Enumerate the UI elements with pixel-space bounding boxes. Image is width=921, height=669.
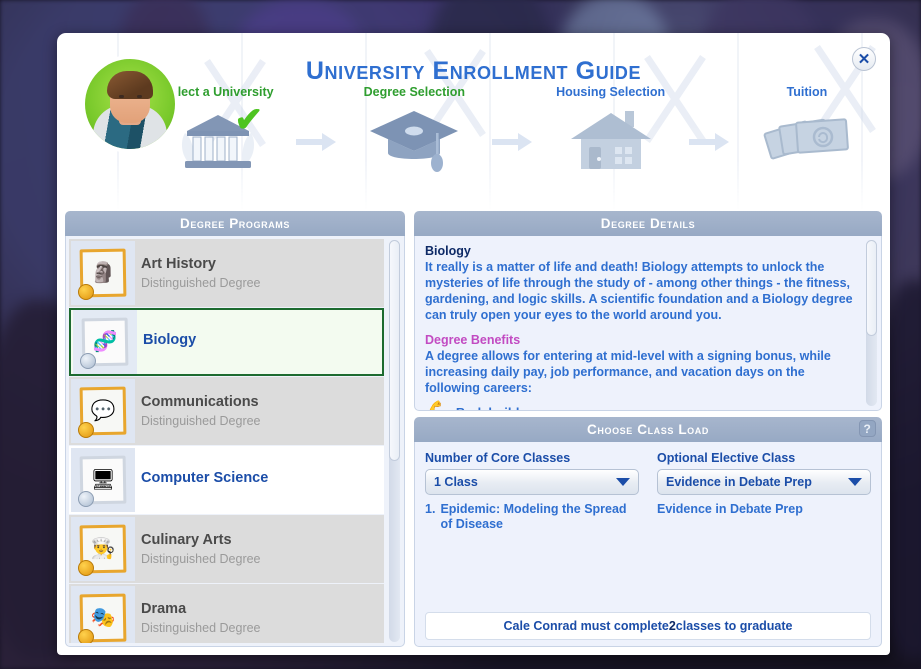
- arrow-right-icon: [686, 105, 732, 179]
- list-item[interactable]: 👨‍🍳 Culinary Arts Distinguished Degree: [69, 515, 384, 583]
- theater-masks-icon: 🎭: [71, 586, 135, 643]
- avatar[interactable]: [81, 55, 179, 153]
- degree-name: Communications: [141, 394, 259, 411]
- degree-programs-scrollbar[interactable]: [389, 240, 400, 642]
- computer-icon: 🖥: [71, 448, 135, 512]
- step-degree-selection[interactable]: Degree Selection: [339, 85, 489, 177]
- degree-details-body: Biology It really is a matter of life an…: [414, 236, 882, 411]
- scrollbar-thumb[interactable]: [389, 240, 400, 462]
- core-classes-value: 1 Class: [434, 475, 478, 489]
- house-icon: [536, 103, 686, 177]
- elective-class-label: Optional Elective Class: [657, 451, 796, 465]
- step-label: Degree Selection: [363, 85, 466, 99]
- class-number: 1.: [425, 502, 436, 516]
- page-title: University Enrollment Guide: [305, 57, 642, 85]
- degree-name: Biology: [143, 332, 197, 349]
- degree-programs-list-container: 🗿 Art History Distinguished Degree 🧬 Bio…: [65, 236, 405, 647]
- degree-programs-header: Degree Programs: [65, 211, 405, 236]
- degree-subtitle: Distinguished Degree: [141, 551, 261, 566]
- degree-programs-list: 🗿 Art History Distinguished Degree 🧬 Bio…: [69, 239, 384, 643]
- class-name: Evidence in Debate Prep: [657, 502, 803, 516]
- step-tuition[interactable]: Tuition: [732, 85, 882, 177]
- money-bills-icon: [732, 103, 882, 177]
- step-label: Housing Selection: [556, 85, 666, 99]
- chevron-down-icon: [848, 478, 862, 486]
- degree-name: Computer Science: [141, 470, 269, 487]
- grad-note-prefix: Cale Conrad must complete: [503, 619, 669, 633]
- core-classes-selected-list: 1. Epidemic: Modeling the Spread of Dise…: [425, 502, 639, 533]
- thinker-statue-icon: 🗿: [71, 241, 135, 305]
- elective-class-group: Optional Elective Class Evidence in Deba…: [657, 451, 871, 537]
- arrow-right-icon: [489, 105, 535, 179]
- list-item[interactable]: 🗿 Art History Distinguished Degree: [69, 239, 384, 307]
- elective-selected-list: Evidence in Debate Prep: [657, 502, 871, 517]
- degree-details-title: Biology: [425, 244, 471, 258]
- core-classes-label: Number of Core Classes: [425, 451, 571, 465]
- degree-name: Art History: [141, 256, 216, 273]
- flexing-arm-icon: 💪: [425, 402, 450, 410]
- career-item: 💪 Bodybuilder: [425, 402, 857, 411]
- right-column: Degree Details Biology It really is a ma…: [414, 211, 882, 647]
- step-housing-selection[interactable]: Housing Selection: [536, 85, 686, 177]
- choose-class-load-title: Choose Class Load: [587, 422, 709, 437]
- degree-details-header: Degree Details: [414, 211, 882, 236]
- list-item[interactable]: 🖥 Computer Science: [69, 446, 384, 514]
- choose-class-load-body: Number of Core Classes 1 Class 1. Epidem…: [414, 442, 882, 647]
- university-enrollment-dialog: ✕ University Enrollment Guide Select a U…: [57, 33, 890, 655]
- list-item[interactable]: 🎭 Drama Distinguished Degree: [69, 584, 384, 643]
- degree-details-panel: Degree Details Biology It really is a ma…: [414, 211, 882, 411]
- close-icon[interactable]: ✕: [852, 47, 876, 71]
- elective-class-dropdown[interactable]: Evidence in Debate Prep: [657, 469, 871, 495]
- elective-class-value: Evidence in Debate Prep: [666, 475, 812, 489]
- graduation-cap-icon: [339, 103, 489, 177]
- core-classes-group: Number of Core Classes 1 Class 1. Epidem…: [425, 451, 639, 537]
- graduation-requirement-note: Cale Conrad must complete 2 classes to g…: [425, 612, 871, 640]
- scrollbar-thumb[interactable]: [866, 240, 877, 337]
- degree-name: Drama: [141, 601, 187, 618]
- grad-note-suffix: classes to graduate: [675, 619, 793, 633]
- degree-benefits-text: A degree allows for entering at mid-leve…: [425, 349, 831, 395]
- degree-subtitle: Distinguished Degree: [141, 620, 261, 635]
- choose-class-load-header: Choose Class Load ?: [414, 417, 882, 442]
- list-item[interactable]: 🧬 Biology: [69, 308, 384, 376]
- choose-class-load-panel: Choose Class Load ? Number of Core Class…: [414, 417, 882, 647]
- degree-details-description: It really is a matter of life and death!…: [425, 260, 853, 322]
- list-item: 1. Epidemic: Modeling the Spread of Dise…: [425, 502, 639, 533]
- grad-note-count: 2: [668, 619, 676, 633]
- enrollment-steps: Select a University ✔ Degree Selection H…: [143, 85, 882, 203]
- chef-hat-icon: 👨‍🍳: [71, 517, 135, 581]
- career-name: Bodybuilder: [456, 405, 532, 411]
- help-icon[interactable]: ?: [859, 420, 876, 437]
- degree-name: Culinary Arts: [141, 532, 232, 549]
- core-classes-dropdown[interactable]: 1 Class: [425, 469, 639, 495]
- class-name: Epidemic: Modeling the Spread of Disease: [440, 502, 627, 532]
- degree-subtitle: Distinguished Degree: [141, 275, 261, 290]
- chevron-down-icon: [616, 478, 630, 486]
- arrow-right-icon: [293, 105, 339, 179]
- degree-programs-panel: Degree Programs 🗿 Art History Distinguis…: [65, 211, 405, 647]
- degree-benefits-heading: Degree Benefits: [425, 333, 521, 347]
- content-panels: Degree Programs 🗿 Art History Distinguis…: [57, 211, 890, 655]
- list-item: Evidence in Debate Prep: [657, 502, 871, 517]
- avatar-portrait: [85, 59, 175, 149]
- step-complete-check-icon: ✔: [234, 101, 264, 139]
- degree-details-scrollbar[interactable]: [866, 240, 877, 406]
- list-item[interactable]: 💬 Communications Distinguished Degree: [69, 377, 384, 445]
- dna-helix-icon: 🧬: [73, 310, 137, 374]
- degree-subtitle: Distinguished Degree: [141, 413, 261, 428]
- speech-bubbles-icon: 💬: [71, 379, 135, 443]
- step-label: Tuition: [786, 85, 828, 99]
